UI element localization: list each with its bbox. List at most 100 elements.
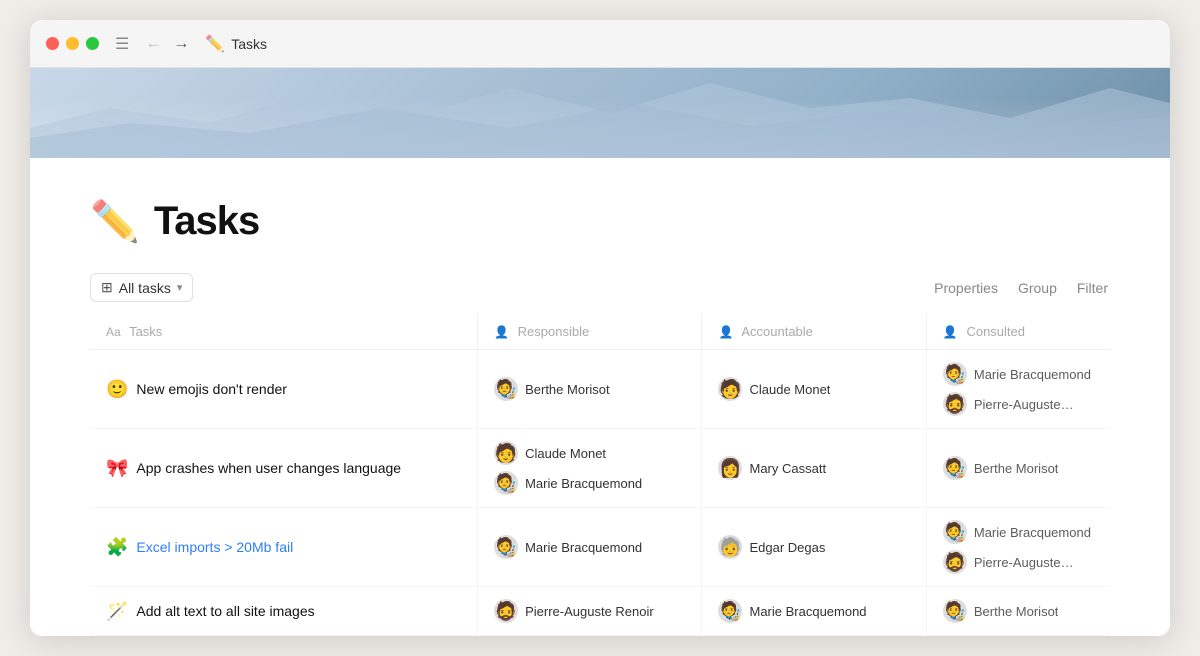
task-label[interactable]: New emojis don't render — [136, 381, 287, 397]
view-controls: ⊞ All tasks ▾ Properties Group Filter — [90, 273, 1110, 314]
minimize-button[interactable] — [66, 37, 79, 50]
task-cell: 🧩 Excel imports > 20Mb fail — [90, 508, 478, 587]
avatar: 🧑‍🎨 — [494, 377, 518, 401]
table-row: 🎀 App crashes when user changes language 🧑… — [90, 429, 1110, 508]
table-row: 🙂New emojis don't render 🧑‍🎨 Berthe Moriso… — [90, 350, 1110, 429]
person-name: Claude Monet — [525, 446, 606, 461]
person-row: 🧑‍🎨 Marie Bracquemond — [494, 471, 685, 495]
person-name: Claude Monet — [749, 382, 830, 397]
consulted-cell: 🧑‍🎨 Marie Bracquemond 🧔 Pierre-Auguste… — [926, 508, 1110, 587]
nav-arrows: ← → — [141, 33, 193, 55]
avatar: 🧑‍🎨 — [943, 520, 967, 544]
consulted-cell: 🧑‍🎨 Berthe Morisot — [926, 429, 1110, 508]
page-title-row: ✏️ Tasks — [90, 198, 1110, 245]
task-label[interactable]: App crashes when user changes language — [136, 460, 401, 476]
col-header-consulted: 👤 Consulted — [926, 314, 1110, 350]
person-row: 🧑‍🎨 Marie Bracquemond — [494, 535, 685, 559]
group-button[interactable]: Group — [1016, 276, 1059, 300]
menu-icon[interactable]: ☰ — [115, 34, 129, 54]
task-cell: 🎀 App crashes when user changes language — [90, 429, 478, 508]
person-name: Berthe Morisot — [974, 604, 1059, 619]
person-name: Pierre-Auguste Renoir — [525, 604, 654, 619]
person-name: Marie Bracquemond — [525, 540, 642, 555]
person-name: Pierre-Auguste… — [974, 555, 1074, 570]
responsible-cell: 🧑‍🎨 Marie Bracquemond — [478, 508, 702, 587]
avatar: 🧔 — [943, 550, 967, 574]
person-row: 🧔 Pierre-Auguste… — [943, 550, 1094, 574]
responsible-cell: 🧑‍🎨 Berthe Morisot — [478, 350, 702, 429]
avatar: 🧑‍🎨 — [494, 471, 518, 495]
content-area: ✏️ Tasks ⊞ All tasks ▾ Properties Group … — [30, 158, 1170, 636]
person-row: 🧑‍🎨 Marie Bracquemond — [943, 362, 1094, 386]
person-icon-3: 👤 — [943, 325, 958, 339]
person-icon-2: 👤 — [718, 325, 733, 339]
titlebar: ☰ ← → ✏️ Tasks — [30, 20, 1170, 68]
accountable-cell: 🧑Claude Monet — [702, 350, 926, 429]
person-row: 👩Mary Cassatt — [718, 456, 909, 480]
task-emoji: 🎀 — [106, 458, 128, 479]
properties-button[interactable]: Properties — [932, 276, 1000, 300]
person-row: 🧑‍🎨 Berthe Morisot — [943, 456, 1094, 480]
person-row: 🧓 Edgar Degas — [718, 535, 909, 559]
avatar: 🧑‍🎨 — [943, 456, 967, 480]
col-header-responsible: 👤 Responsible — [478, 314, 702, 350]
hero-banner — [30, 68, 1170, 158]
avatar: 🧑‍🎨 — [494, 535, 518, 559]
table-row: 🪄Add alt text to all site images 🧔 Pierre-… — [90, 587, 1110, 636]
close-button[interactable] — [46, 37, 59, 50]
accountable-cell: 🧑‍🎨 Marie Bracquemond — [702, 587, 926, 636]
chevron-down-icon: ▾ — [177, 281, 183, 294]
responsible-cell: 🧑 Claude Monet 🧑‍🎨 Marie Bracquemond — [478, 429, 702, 508]
col-header-tasks: Aa Tasks — [90, 314, 478, 350]
person-name: Mary Cassatt — [749, 461, 826, 476]
person-row: 🧑Claude Monet — [718, 377, 909, 401]
avatar: 🧔 — [494, 599, 518, 623]
person-name: Marie Bracquemond — [749, 604, 866, 619]
filter-button[interactable]: Filter — [1075, 276, 1110, 300]
view-label: All tasks — [119, 280, 171, 296]
browser-window: ☰ ← → ✏️ Tasks ✏️ Tasks ⊞ All tasks ▾ — [30, 20, 1170, 636]
responsible-cell: 🧔 Pierre-Auguste Renoir — [478, 587, 702, 636]
avatar: 🧔 — [943, 392, 967, 416]
person-name: Edgar Degas — [749, 540, 825, 555]
tasks-table: Aa Tasks 👤 Responsible 👤 Accountable 👤 C… — [90, 314, 1110, 636]
toolbar-right: Properties Group Filter — [932, 276, 1110, 300]
person-name: Marie Bracquemond — [974, 525, 1091, 540]
task-cell: 🪄Add alt text to all site images — [90, 587, 478, 636]
person-row: 🧑‍🎨 Berthe Morisot — [494, 377, 685, 401]
maximize-button[interactable] — [86, 37, 99, 50]
task-label[interactable]: Excel imports > 20Mb fail — [136, 539, 293, 555]
view-selector[interactable]: ⊞ All tasks ▾ — [90, 273, 193, 302]
consulted-cell: 🧑‍🎨 Marie Bracquemond 🧔 Pierre-Auguste… — [926, 350, 1110, 429]
tab-icon: ✏️ — [205, 34, 225, 54]
avatar: 🧑 — [494, 441, 518, 465]
person-icon: 👤 — [494, 325, 509, 339]
person-name: Marie Bracquemond — [525, 476, 642, 491]
person-row: 🧑‍🎨 Marie Bracquemond — [943, 520, 1094, 544]
text-icon: Aa — [106, 325, 121, 339]
task-cell: 🙂New emojis don't render — [90, 350, 478, 429]
task-label[interactable]: Add alt text to all site images — [136, 603, 314, 619]
person-row: 🧑 Claude Monet — [494, 441, 685, 465]
task-emoji: 🧩 — [106, 537, 128, 558]
forward-arrow[interactable]: → — [169, 33, 193, 55]
person-row: 🧑‍🎨Berthe Morisot — [943, 599, 1094, 623]
person-row: 🧔 Pierre-Auguste… — [943, 392, 1094, 416]
accountable-cell: 🧓 Edgar Degas — [702, 508, 926, 587]
browser-tab: ✏️ Tasks — [205, 34, 267, 54]
consulted-cell: 🧑‍🎨Berthe Morisot — [926, 587, 1110, 636]
person-name: Berthe Morisot — [974, 461, 1059, 476]
avatar: 🧑‍🎨 — [943, 362, 967, 386]
person-name: Berthe Morisot — [525, 382, 610, 397]
table-header-row: Aa Tasks 👤 Responsible 👤 Accountable 👤 C… — [90, 314, 1110, 350]
grid-icon: ⊞ — [101, 279, 113, 296]
back-arrow[interactable]: ← — [141, 33, 165, 55]
avatar: 🧓 — [718, 535, 742, 559]
avatar: 🧑‍🎨 — [718, 599, 742, 623]
table-row: 🧩 Excel imports > 20Mb fail 🧑‍🎨 Marie Bracq… — [90, 508, 1110, 587]
person-name: Marie Bracquemond — [974, 367, 1091, 382]
tab-title: Tasks — [231, 36, 267, 52]
person-name: Pierre-Auguste… — [974, 397, 1074, 412]
person-row: 🧑‍🎨 Marie Bracquemond — [718, 599, 909, 623]
traffic-lights — [46, 37, 99, 50]
